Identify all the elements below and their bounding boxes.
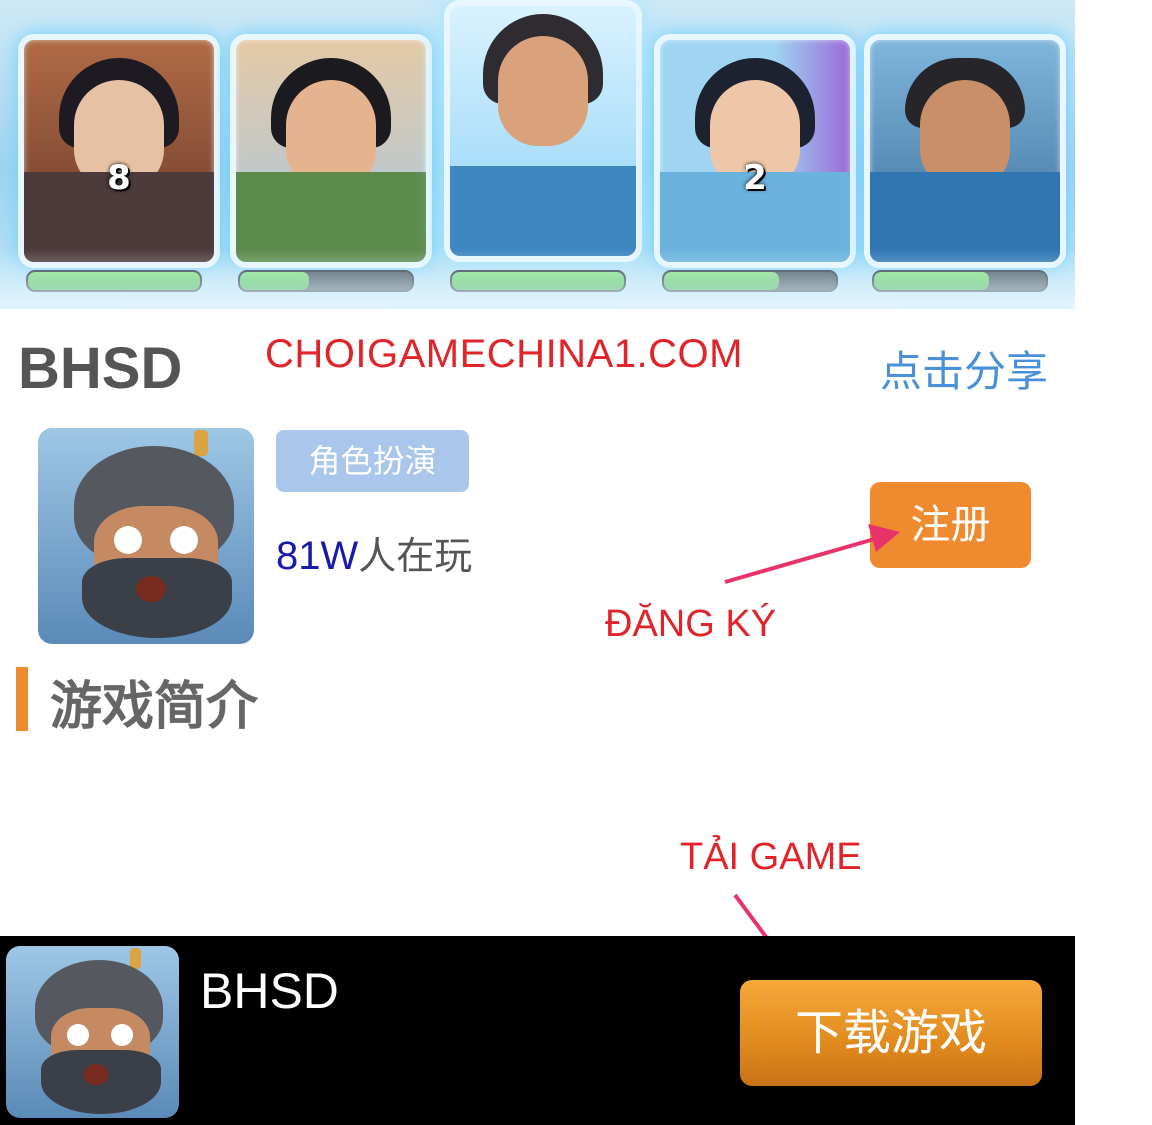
player-count: 81W	[276, 534, 359, 578]
share-link[interactable]: 点击分享	[880, 338, 1048, 399]
genre-tag: 角色扮演	[276, 430, 469, 492]
hero-card-2	[230, 34, 432, 268]
game-icon	[38, 428, 254, 644]
ice-effect	[0, 249, 1075, 309]
bottom-game-icon	[6, 946, 179, 1118]
hero-banner: 8 2	[0, 0, 1075, 309]
hero-card-4-level: 2	[743, 158, 767, 198]
hero-card-1-level: 8	[107, 158, 131, 198]
player-count-text: 81W人在玩	[276, 525, 472, 580]
hero-card-1: 8	[18, 34, 220, 268]
hero-card-3	[444, 0, 642, 262]
download-annotation: TẢI GAME	[680, 836, 862, 878]
bottom-game-name: BHSD	[200, 963, 339, 1019]
hero-card-4: 2	[654, 34, 856, 268]
download-game-button[interactable]: 下载游戏	[740, 980, 1042, 1086]
game-title: BHSD	[18, 336, 183, 401]
player-count-suffix: 人在玩	[358, 534, 473, 578]
site-watermark: CHOIGAMECHINA1.COM	[265, 332, 743, 376]
section-accent-bar	[16, 667, 28, 731]
register-button[interactable]: 注册	[870, 482, 1031, 568]
register-annotation: ĐĂNG KÝ	[605, 603, 777, 645]
hero-card-5	[864, 34, 1066, 268]
section-title-intro: 游戏简介	[50, 677, 259, 737]
